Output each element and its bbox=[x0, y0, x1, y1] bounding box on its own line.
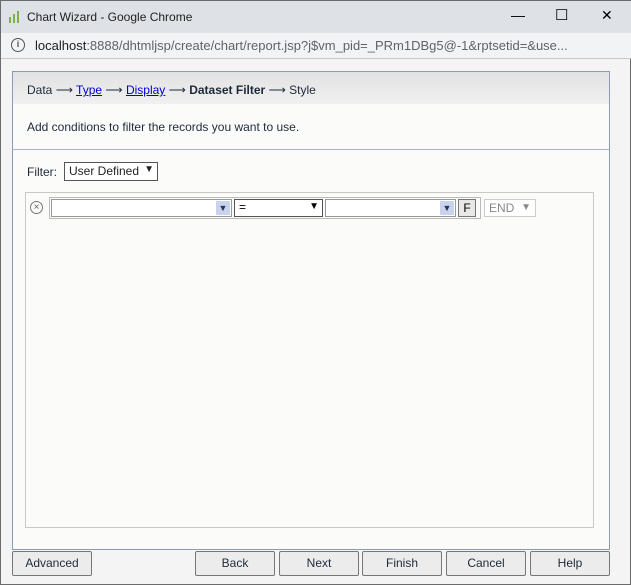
arrow-icon: ⟶ bbox=[168, 83, 186, 97]
step-style: Style bbox=[289, 83, 316, 97]
chevron-down-icon: ▼ bbox=[144, 164, 154, 175]
info-icon[interactable]: i bbox=[11, 38, 25, 52]
formula-button[interactable]: F bbox=[458, 199, 476, 217]
filter-value: User Defined bbox=[69, 164, 140, 178]
logic-select[interactable]: END ▼ bbox=[484, 199, 536, 217]
help-button[interactable]: Help bbox=[530, 551, 610, 576]
step-current: Dataset Filter bbox=[189, 83, 266, 97]
operator-value: = bbox=[239, 200, 247, 214]
chevron-down-icon: ▼ bbox=[521, 202, 531, 213]
maximize-button[interactable]: ☐ bbox=[555, 6, 568, 24]
step-data: Data bbox=[27, 83, 53, 97]
logic-value: END bbox=[489, 201, 515, 215]
advanced-button[interactable]: Advanced bbox=[12, 551, 92, 576]
remove-condition-icon[interactable]: × bbox=[30, 201, 43, 214]
arrow-icon: ⟶ bbox=[55, 83, 73, 97]
step-breadcrumb: Data ⟶ Type ⟶ Display ⟶ Dataset Filter ⟶… bbox=[13, 72, 609, 104]
url-text: localhost:8888/dhtmljsp/create/chart/rep… bbox=[35, 38, 568, 53]
step-type-link[interactable]: Type bbox=[76, 83, 102, 97]
finish-button[interactable]: Finish bbox=[362, 551, 442, 576]
window-title: Chart Wizard - Google Chrome bbox=[27, 10, 193, 24]
app-chart-icon bbox=[9, 11, 19, 23]
value-select[interactable]: ▼ bbox=[325, 199, 456, 217]
step-display-link[interactable]: Display bbox=[126, 83, 165, 97]
cancel-button[interactable]: Cancel bbox=[446, 551, 526, 576]
chevron-down-icon: ▼ bbox=[440, 201, 454, 215]
title-bar: Chart Wizard - Google Chrome — ☐ ✕ bbox=[1, 1, 631, 33]
chevron-down-icon: ▼ bbox=[309, 201, 319, 212]
filter-select[interactable]: User Defined ▼ bbox=[64, 162, 158, 181]
operator-select[interactable]: = ▼ bbox=[234, 199, 323, 217]
wizard-panel: Data ⟶ Type ⟶ Display ⟶ Dataset Filter ⟶… bbox=[12, 71, 610, 550]
address-bar[interactable]: i localhost:8888/dhtmljsp/create/chart/r… bbox=[1, 33, 631, 59]
filter-label: Filter: bbox=[27, 165, 57, 179]
close-button[interactable]: ✕ bbox=[601, 7, 613, 24]
field-select[interactable]: ▼ bbox=[51, 199, 232, 217]
arrow-icon: ⟶ bbox=[268, 83, 286, 97]
divider bbox=[13, 149, 609, 150]
description: Add conditions to filter the records you… bbox=[27, 120, 300, 134]
chevron-down-icon: ▼ bbox=[216, 201, 230, 215]
back-button[interactable]: Back bbox=[195, 551, 275, 576]
arrow-icon: ⟶ bbox=[105, 83, 123, 97]
minimize-button[interactable]: — bbox=[511, 7, 525, 23]
conditions-area: × ▼ = ▼ ▼ F END ▼ bbox=[25, 192, 594, 528]
next-button[interactable]: Next bbox=[279, 551, 359, 576]
